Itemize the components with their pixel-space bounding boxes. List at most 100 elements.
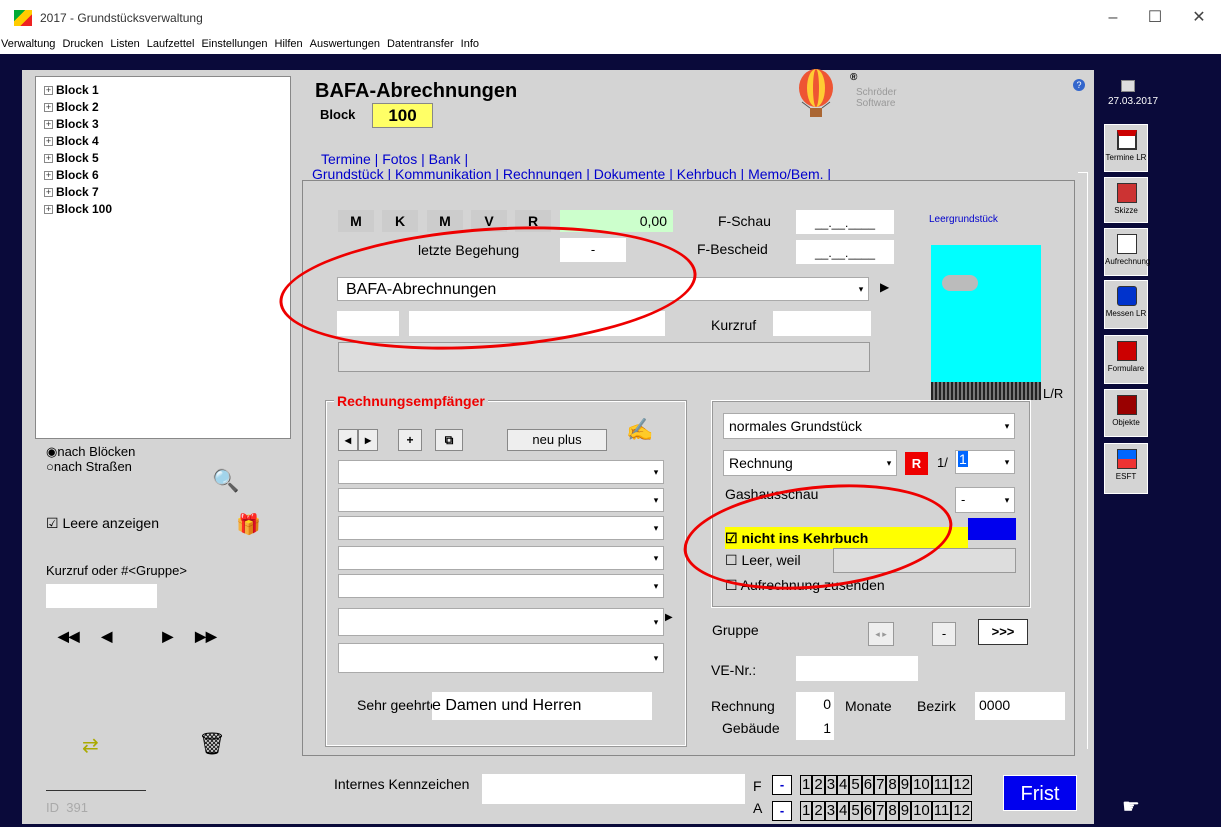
expand-icon[interactable]: + xyxy=(44,188,53,197)
handshake-icon[interactable]: ✍ xyxy=(626,417,653,443)
calendar-icon[interactable] xyxy=(1121,80,1135,92)
chevron-down-icon[interactable]: ▾ xyxy=(650,580,662,592)
gruppe-nav-button[interactable]: ◂ ▸ xyxy=(868,622,894,646)
tree-item[interactable]: + Block 1 xyxy=(44,82,290,99)
gruppe-more-button[interactable]: >>> xyxy=(978,619,1028,645)
chevron-down-icon[interactable]: ▾ xyxy=(1001,420,1013,432)
sketch-preview[interactable] xyxy=(931,245,1041,400)
k-button[interactable]: K xyxy=(382,210,418,232)
gas-combo[interactable]: - ▾ xyxy=(955,487,1015,513)
search-icon[interactable]: 🔍 xyxy=(212,468,239,494)
month-cell[interactable]: 5 xyxy=(849,775,862,795)
prev-button[interactable]: ◂ xyxy=(338,429,358,451)
radio-by-street[interactable]: ○nach Straßen xyxy=(46,459,132,474)
sidebar-esft-button[interactable]: ESFT xyxy=(1104,443,1148,494)
arrow-right-icon[interactable]: ▶ xyxy=(880,280,889,294)
f-months[interactable]: 1 2 3 4 5 6 7 8 9 10 11 12 xyxy=(800,775,973,795)
move-icon[interactable]: ⇄ xyxy=(82,733,99,758)
recipient-combo-7[interactable]: ▾ xyxy=(338,643,664,673)
maximize-button[interactable]: ☐ xyxy=(1140,6,1170,30)
chevron-down-icon[interactable]: ▾ xyxy=(650,552,662,564)
gruppe-minus-button[interactable]: - xyxy=(932,622,956,646)
tabs-row-1[interactable]: Termine | Fotos | Bank | xyxy=(321,151,468,167)
first-icon[interactable]: ◀◀ xyxy=(58,628,80,645)
chevron-down-icon[interactable]: ▾ xyxy=(650,616,662,628)
tree-item[interactable]: + Block 6 xyxy=(44,167,290,184)
month-cell[interactable]: 7 xyxy=(874,775,887,795)
tree-item[interactable]: + Block 2 xyxy=(44,99,290,116)
help-icon[interactable]: ? xyxy=(1073,79,1085,91)
bezirk-field[interactable]: 0000 xyxy=(975,692,1065,720)
month-cell[interactable]: 5 xyxy=(849,801,862,821)
sidebar-formulare-button[interactable]: Formulare xyxy=(1104,335,1148,384)
m2-button[interactable]: M xyxy=(427,210,463,232)
month-cell[interactable]: 10 xyxy=(911,775,932,795)
month-cell[interactable]: 9 xyxy=(898,775,912,795)
month-cell[interactable]: 4 xyxy=(837,801,850,821)
chevron-down-icon[interactable]: ▾ xyxy=(883,457,895,469)
gift-icon[interactable]: 🎁 xyxy=(236,512,261,537)
menu-hilfen[interactable]: Hilfen xyxy=(274,38,304,50)
last-icon[interactable]: ▶▶ xyxy=(195,628,217,645)
month-cell[interactable]: 9 xyxy=(898,801,912,821)
fbescheid-field[interactable]: __.__.____ xyxy=(796,240,894,264)
menu-datentransfer[interactable]: Datentransfer xyxy=(386,38,455,50)
month-cell[interactable]: 12 xyxy=(951,775,973,795)
f-minus-button[interactable]: - xyxy=(772,775,792,795)
menu-drucken[interactable]: Drucken xyxy=(61,38,104,50)
next-icon[interactable]: ▶ xyxy=(162,628,173,645)
neu-plus-button[interactable]: neu plus xyxy=(507,429,607,451)
menu-listen[interactable]: Listen xyxy=(109,38,140,50)
expand-icon[interactable]: + xyxy=(44,154,53,163)
gebaeude-value[interactable]: 1 xyxy=(796,716,834,740)
rechnung-value[interactable]: 0 xyxy=(796,692,834,716)
expand-icon[interactable]: + xyxy=(44,86,53,95)
month-cell[interactable]: 7 xyxy=(874,801,887,821)
expand-icon[interactable]: + xyxy=(44,205,53,214)
copy-button[interactable]: ⧉ xyxy=(435,429,463,451)
internes-field[interactable] xyxy=(482,774,745,804)
expand-icon[interactable]: + xyxy=(44,171,53,180)
chevron-down-icon[interactable]: ▾ xyxy=(1001,456,1013,468)
chevron-down-icon[interactable]: ▾ xyxy=(650,652,662,664)
billing-combo[interactable]: Rechnung ▾ xyxy=(723,450,897,476)
arrow-right-icon[interactable]: ▶ xyxy=(665,612,673,623)
menu-info[interactable]: Info xyxy=(460,38,480,50)
menu-laufzettel[interactable]: Laufzettel xyxy=(146,38,196,50)
tree-item[interactable]: + Block 3 xyxy=(44,116,290,133)
month-cell[interactable]: 1 xyxy=(800,775,813,795)
sidebar-skizze-button[interactable]: Skizze xyxy=(1104,177,1148,223)
next-button[interactable]: ▸ xyxy=(358,429,378,451)
month-cell[interactable]: 2 xyxy=(812,775,825,795)
recipient-combo-4[interactable]: ▾ xyxy=(338,546,664,570)
tree-item[interactable]: + Block 100 xyxy=(44,201,290,218)
menu-einstellungen[interactable]: Einstellungen xyxy=(200,38,268,50)
menu-auswertungen[interactable]: Auswertungen xyxy=(309,38,381,50)
chevron-down-icon[interactable]: ▾ xyxy=(650,494,662,506)
month-cell[interactable]: 8 xyxy=(886,775,899,795)
recipient-combo-1[interactable]: ▾ xyxy=(338,460,664,484)
month-cell[interactable]: 6 xyxy=(861,775,875,795)
prev-icon[interactable]: ◀ xyxy=(102,628,113,645)
fschau-field[interactable]: __.__.____ xyxy=(796,210,894,234)
recipient-combo-2[interactable]: ▾ xyxy=(338,488,664,512)
salutation-field[interactable]: e Damen und Herren xyxy=(432,692,652,720)
kurzruf-input[interactable] xyxy=(46,584,157,608)
sidebar-messen-button[interactable]: Messen LR xyxy=(1104,280,1148,329)
menu-verwaltung[interactable]: Verwaltung xyxy=(0,38,56,50)
recipient-combo-5[interactable]: ▾ xyxy=(338,574,664,598)
tree-item[interactable]: + Block 5 xyxy=(44,150,290,167)
add-button[interactable]: + xyxy=(398,429,422,451)
month-cell[interactable]: 3 xyxy=(824,801,838,821)
trash-icon[interactable]: 🗑 xyxy=(198,731,226,757)
recipient-combo-3[interactable]: ▾ xyxy=(338,516,664,540)
tree-item[interactable]: + Block 4 xyxy=(44,133,290,150)
m-button[interactable]: M xyxy=(338,210,374,232)
expand-icon[interactable]: + xyxy=(44,137,53,146)
month-cell[interactable]: 10 xyxy=(911,801,932,821)
close-button[interactable]: ✕ xyxy=(1184,6,1214,30)
radio-by-block[interactable]: ◉nach Blöcken xyxy=(46,444,135,460)
month-cell[interactable]: 8 xyxy=(886,801,899,821)
recipient-combo-6[interactable]: ▾ xyxy=(338,608,664,636)
cursor-tool-icon[interactable]: ☛ xyxy=(1122,794,1140,819)
